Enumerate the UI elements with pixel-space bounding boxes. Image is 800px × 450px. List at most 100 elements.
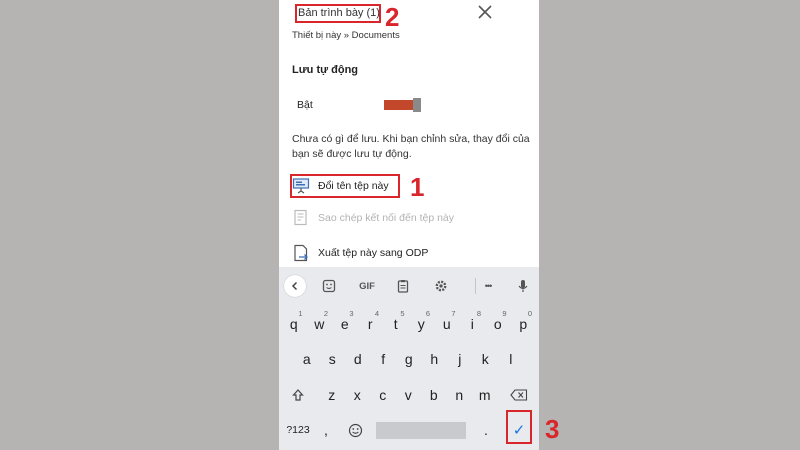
autosave-toggle[interactable] <box>384 98 421 112</box>
more-options-icon[interactable]: ••• <box>477 276 499 296</box>
left-backdrop <box>0 0 279 450</box>
key-j-label: j <box>458 351 462 367</box>
key-w-hint: 2 <box>323 309 328 318</box>
key-u[interactable]: u7 <box>434 307 460 341</box>
autosave-note: Chưa có gì để lưu. Khi bạn chỉnh sửa, th… <box>292 133 530 160</box>
key-i[interactable]: i8 <box>460 307 486 341</box>
key-y-label: y <box>417 316 425 332</box>
microphone-icon[interactable] <box>513 276 533 296</box>
key-x[interactable]: x <box>345 378 371 412</box>
key-a[interactable]: a <box>294 342 320 376</box>
key-n[interactable]: n <box>447 378 473 412</box>
key-q-hint: 1 <box>298 309 303 318</box>
close-icon[interactable] <box>477 4 493 20</box>
key-u-hint: 7 <box>451 309 456 318</box>
backspace-key[interactable] <box>505 378 533 412</box>
shift-key[interactable] <box>285 378 311 412</box>
key-i-hint: 8 <box>476 309 481 318</box>
key-y-hint: 6 <box>425 309 430 318</box>
comma-key[interactable]: , <box>317 413 335 447</box>
key-d-label: d <box>353 351 362 367</box>
key-k-label: k <box>481 351 489 367</box>
callout-number-2: 2 <box>385 2 400 32</box>
key-r-label: r <box>367 316 373 332</box>
key-r[interactable]: r4 <box>358 307 384 341</box>
key-v-label: v <box>404 387 412 403</box>
export-odp-label: Xuất tệp này sang ODP <box>318 247 429 259</box>
key-q[interactable]: q1 <box>281 307 307 341</box>
enter-highlight-box <box>506 410 532 444</box>
copy-link-item: Sao chép kết nối đến tệp này <box>292 208 454 228</box>
shift-icon <box>292 389 304 401</box>
key-w[interactable]: w2 <box>307 307 333 341</box>
on-screen-keyboard: GIF ••• q1w2e3r4t5y6u7i8o9p0asdfghjklzxc… <box>279 267 539 450</box>
toggle-knob <box>413 98 421 112</box>
key-h[interactable]: h <box>422 342 448 376</box>
gear-icon[interactable] <box>431 276 451 296</box>
key-t-hint: 5 <box>400 309 405 318</box>
key-x-label: x <box>353 387 361 403</box>
document-title[interactable]: Bản trình bày (1) <box>298 7 380 19</box>
key-d[interactable]: d <box>345 342 371 376</box>
key-z-label: z <box>328 387 336 403</box>
copy-link-label: Sao chép kết nối đến tệp này <box>318 212 455 224</box>
key-b-label: b <box>429 387 438 403</box>
space-bar[interactable] <box>376 422 466 439</box>
sticker-icon[interactable] <box>319 276 339 296</box>
key-t[interactable]: t5 <box>383 307 409 341</box>
key-f[interactable]: f <box>371 342 397 376</box>
toolbar-divider <box>475 278 476 294</box>
key-p-label: p <box>519 316 528 332</box>
right-backdrop <box>539 0 800 450</box>
key-a-label: a <box>302 351 311 367</box>
key-i-label: i <box>470 316 474 332</box>
key-c[interactable]: c <box>370 378 396 412</box>
key-g-label: g <box>404 351 413 367</box>
phone-screen: Bản trình bày (1) Thiết bị này » Documen… <box>279 0 539 450</box>
key-s-label: s <box>328 351 336 367</box>
key-l-label: l <box>509 351 513 367</box>
gif-button[interactable]: GIF <box>355 276 379 296</box>
callout-number-1: 1 <box>410 172 425 202</box>
backspace-icon <box>510 389 528 401</box>
keyboard-toolbar: GIF ••• <box>279 267 539 304</box>
emoji-key[interactable] <box>341 413 369 447</box>
key-p-hint: 0 <box>527 309 532 318</box>
key-v[interactable]: v <box>396 378 422 412</box>
symbols-key[interactable]: ?123 <box>281 413 315 447</box>
key-m[interactable]: m <box>472 378 498 412</box>
key-t-label: t <box>393 316 398 332</box>
export-odp-item[interactable]: Xuất tệp này sang ODP <box>292 243 428 263</box>
callout-number-3: 3 <box>545 414 560 444</box>
key-b[interactable]: b <box>421 378 447 412</box>
key-g[interactable]: g <box>396 342 422 376</box>
clipboard-icon[interactable] <box>393 276 413 296</box>
period-key[interactable]: . <box>477 413 495 447</box>
comma-key-label: , <box>324 422 328 438</box>
key-e[interactable]: e3 <box>332 307 358 341</box>
breadcrumb: Thiết bị này » Documents <box>292 30 400 41</box>
key-p[interactable]: p0 <box>511 307 537 341</box>
autosave-heading: Lưu tự động <box>292 64 359 76</box>
key-j[interactable]: j <box>447 342 473 376</box>
key-y[interactable]: y6 <box>409 307 435 341</box>
key-w-label: w <box>314 316 325 332</box>
key-z[interactable]: z <box>319 378 345 412</box>
copy-link-icon <box>294 209 307 226</box>
chevron-left-icon[interactable] <box>284 275 306 297</box>
smiley-icon <box>348 423 362 437</box>
symbols-key-label: ?123 <box>286 424 310 436</box>
key-k[interactable]: k <box>473 342 499 376</box>
key-e-label: e <box>340 316 349 332</box>
period-key-label: . <box>484 422 488 438</box>
key-o-hint: 9 <box>502 309 507 318</box>
key-l[interactable]: l <box>498 342 524 376</box>
key-f-label: f <box>381 351 386 367</box>
key-q-label: q <box>289 316 298 332</box>
key-o-label: o <box>493 316 502 332</box>
key-m-label: m <box>478 387 491 403</box>
key-r-hint: 4 <box>374 309 379 318</box>
key-s[interactable]: s <box>320 342 346 376</box>
key-o[interactable]: o9 <box>485 307 511 341</box>
export-icon <box>294 244 308 262</box>
